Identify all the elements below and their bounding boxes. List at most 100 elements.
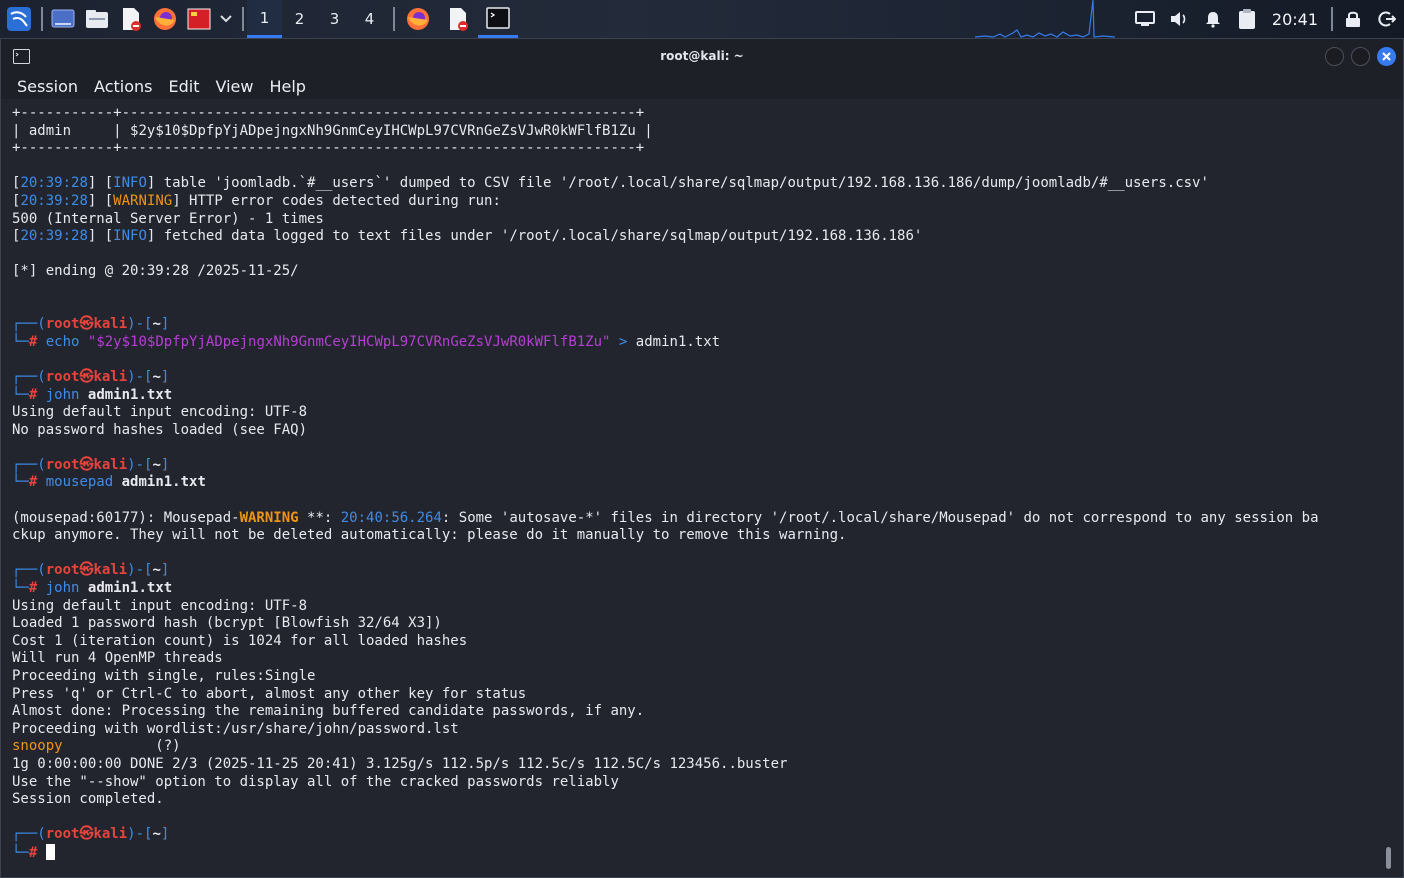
output-line: Using default input encoding: UTF-8 [12,404,308,421]
output-line: 1g 0:00:00:00 DONE 2/3 (2025-11-25 20:41… [12,755,788,772]
command-name: john [45,386,80,403]
command-name: john [45,580,80,597]
command-file: admin1.txt [635,333,721,350]
cracked-user: (?) [155,738,181,755]
warning-label: WARNING [239,509,299,526]
panel-separator [1331,7,1333,31]
output-line: Almost done: Processing the remaining bu… [12,703,645,720]
chevron-down-icon[interactable] [216,0,236,38]
output-line: No password hashes loaded (see FAQ) [12,421,308,438]
prompt-line: ┌──(root㉿kali)-[~] [12,562,170,579]
command-arg: admin1.txt [87,580,173,597]
lock-icon[interactable] [1336,0,1370,38]
log-message: fetched data logged to text files under … [163,228,923,245]
menu-view[interactable]: View [207,77,261,96]
top-panel: 1 2 3 4 20:41 [0,0,1404,38]
network-monitor-graph [975,0,1115,38]
warning-message: : Some 'autosave-*' files in directory '… [441,509,1319,526]
log-level: WARNING [113,192,173,209]
output-line: Proceeding with single, rules:Single [12,668,316,684]
prompt-user: root [45,368,80,385]
output-line: Press 'q' or Ctrl-C to abort, almost any… [12,685,527,702]
display-icon[interactable] [1128,0,1162,38]
cracked-password: snoopy [12,738,63,755]
close-icon [1382,52,1391,61]
close-button[interactable] [1377,47,1396,66]
prompt-user: root [45,456,80,473]
editor-task-icon[interactable] [438,0,478,38]
prompt-dir: ~ [152,368,161,385]
mousepad-warning-cont: ckup anymore. They will not be deleted a… [12,527,847,544]
command-name: mousepad [45,474,114,491]
command-line: └─# john admin1.txt [12,580,173,597]
prompt-user: root [45,826,80,843]
command-line: └─# john admin1.txt [12,386,173,403]
command-arg: admin1.txt [121,474,206,491]
red-app-icon[interactable] [182,0,216,38]
terminal-task-icon[interactable] [478,0,518,38]
maximize-button[interactable] [1351,47,1370,66]
output-line: Will run 4 OpenMP threads [12,650,223,667]
menu-help[interactable]: Help [261,77,313,96]
command-line: └─# mousepad admin1.txt [12,474,206,491]
prompt-line: ┌──(root㉿kali)-[~] [12,368,170,385]
firefox-task-icon[interactable] [398,0,438,38]
log-message: HTTP error codes detected during run: [189,192,501,209]
workspace-1[interactable]: 1 [247,0,282,38]
firefox-icon[interactable] [148,0,182,38]
text-editor-icon[interactable] [114,0,148,38]
menu-bar: Session Actions Edit View Help [1,74,1403,99]
panel-separator [41,7,43,31]
clipboard-icon[interactable] [1230,0,1264,38]
file-manager-icon[interactable] [80,0,114,38]
menu-actions[interactable]: Actions [86,77,160,96]
window-title: root@kali: ~ [660,49,744,63]
prompt-host: kali [93,826,128,843]
prompt-user: root [45,562,80,579]
prompt-dir: ~ [152,456,161,473]
title-bar[interactable]: root@kali: ~ [1,39,1403,74]
clock[interactable]: 20:41 [1272,10,1318,29]
output-line: Using default input encoding: UTF-8 [12,597,308,614]
logout-icon[interactable] [1370,0,1404,38]
log-time: 20:39:28 [20,175,88,192]
log-message: table 'joomladb.`#__users`' dumped to CS… [163,175,1209,192]
volume-icon[interactable] [1162,0,1196,38]
cracked-line: snoopy (?) [12,738,1403,756]
prompt-host: kali [93,456,128,473]
warning-stars: **: [298,509,341,526]
warning-time: 20:40:56.264 [340,509,442,526]
kali-menu-icon[interactable] [0,0,38,38]
log-continuation: 500 (Internal Server Error) - 1 times [12,210,324,227]
workspace-2[interactable]: 2 [282,0,317,38]
menu-edit[interactable]: Edit [161,77,208,96]
workspace-4[interactable]: 4 [352,0,387,38]
table-user: admin [28,122,72,139]
prompt-host: kali [93,316,128,333]
output-line: Loaded 1 password hash (bcrypt [Blowfish… [12,615,442,632]
menu-session[interactable]: Session [9,77,86,96]
scrollbar[interactable] [1386,847,1391,869]
workspace-3[interactable]: 3 [317,0,352,38]
prompt-host: kali [93,562,128,579]
minimize-button[interactable] [1325,47,1344,66]
log-line: [20:39:28] [INFO] fetched data logged to… [12,228,923,245]
text-cursor [45,843,55,860]
command-line[interactable]: └─# [12,843,1403,862]
panel-separator [393,7,395,31]
output-line: Use the "--show" option to display all o… [12,773,619,790]
prompt-dir: ~ [152,562,161,579]
terminal-window: root@kali: ~ Session Actions Edit View H… [0,38,1404,878]
notification-bell-icon[interactable] [1196,0,1230,38]
desktop-icon[interactable] [46,0,80,38]
ending-line: [*] ending @ 20:39:28 /2025-11-25/ [12,263,299,280]
table-border: +-----------+---------------------------… [12,140,645,157]
log-level: INFO [113,175,147,192]
terminal-output[interactable]: +-----------+---------------------------… [1,101,1403,877]
